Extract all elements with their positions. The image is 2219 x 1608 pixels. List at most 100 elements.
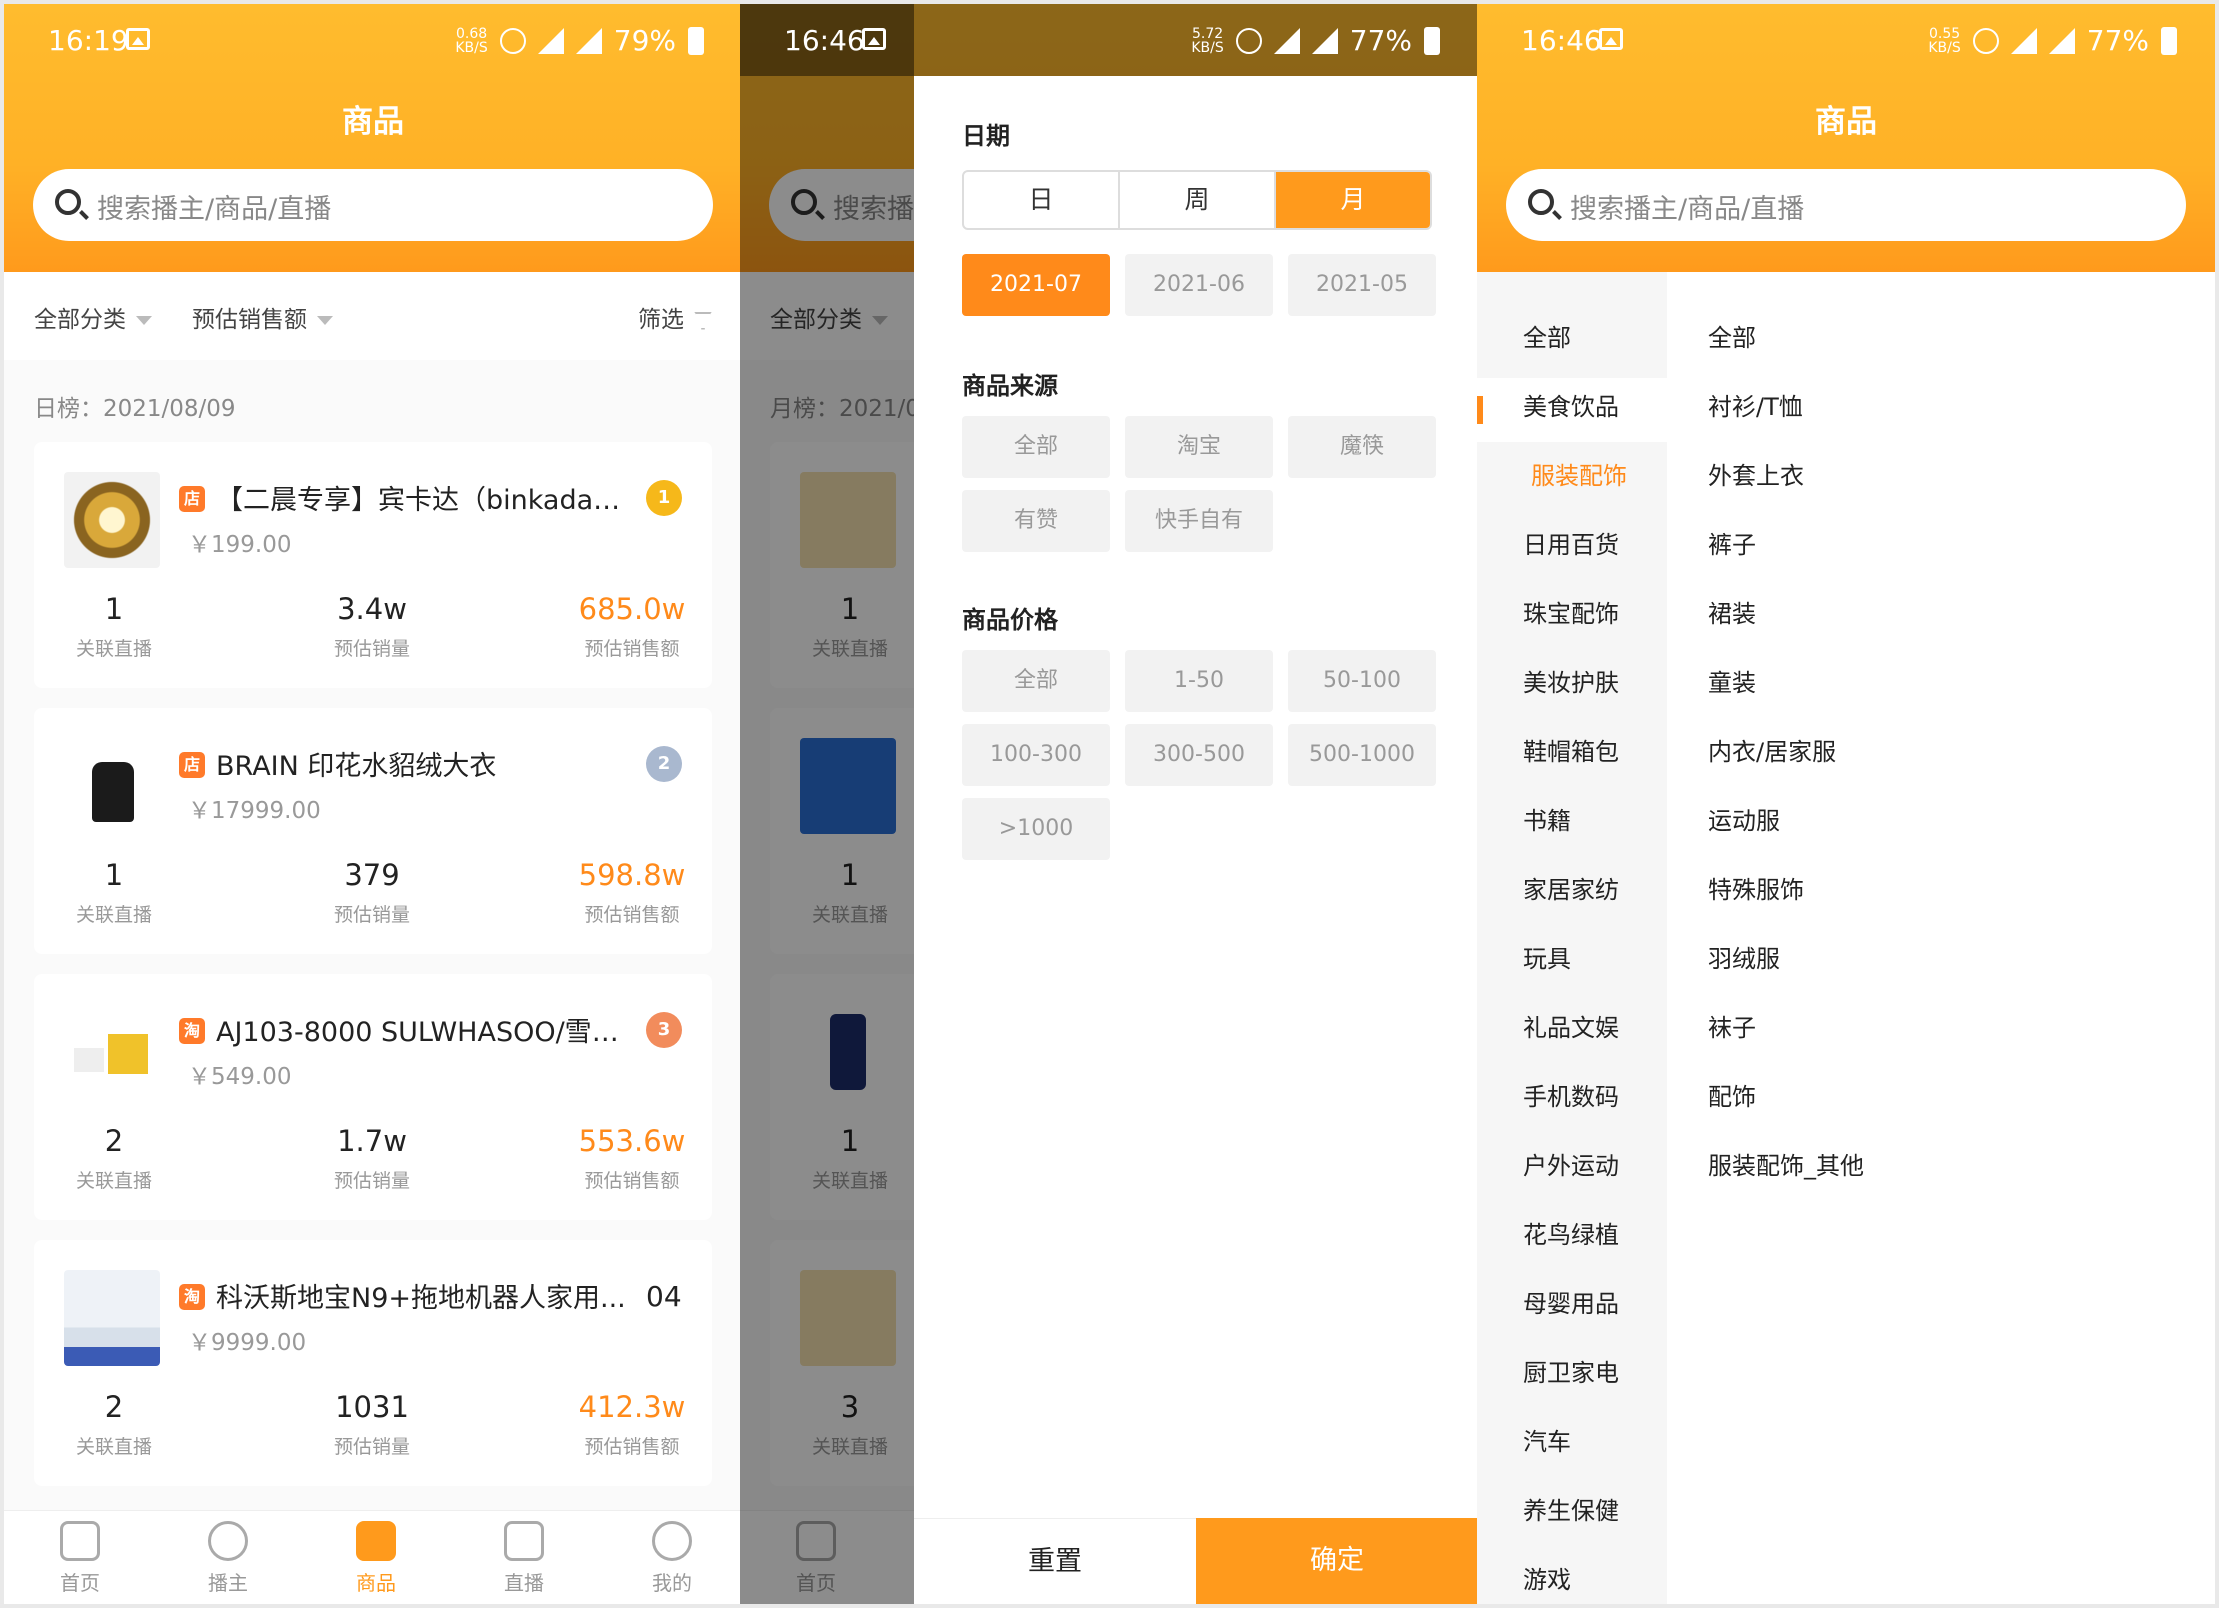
- category-item-selected[interactable]: 服装配饰: [1531, 456, 1627, 491]
- filter-drawer: 日期 日 周 月 2021-07 2021-06 2021-05 商品来源 全部…: [914, 76, 1478, 1604]
- month-chip[interactable]: 2021-06: [1125, 254, 1273, 316]
- product-card[interactable]: 店 【二晨专享】宾卡达（binkada）... ￥199.00 1 1 关联直播 …: [34, 442, 712, 688]
- category-item[interactable]: 全部: [1523, 318, 1571, 353]
- category-dropdown[interactable]: 全部分类: [34, 300, 152, 334]
- subcategory-item[interactable]: 衬衫/T恤: [1708, 387, 1803, 422]
- product-name: BRAIN 印花水貂绒大衣: [216, 751, 497, 782]
- stat-sales-value: 3.4w: [337, 592, 407, 626]
- subcategory-item[interactable]: 全部: [1708, 318, 1756, 353]
- alarm-icon: [499, 27, 526, 54]
- confirm-button[interactable]: 确定: [1196, 1518, 1478, 1604]
- filter-button[interactable]: 筛选: [638, 300, 712, 334]
- tab-products-label: 商品: [356, 1571, 396, 1595]
- category-item[interactable]: 珠宝配饰: [1523, 594, 1619, 629]
- signal-icon: [1273, 27, 1300, 54]
- tab-live[interactable]: 直播: [464, 1521, 584, 1596]
- product-card[interactable]: 淘 AJ103-8000 SULWHASOO/雪花... ￥549.00 3 2…: [34, 974, 712, 1220]
- price-chip[interactable]: 500-1000: [1288, 724, 1436, 786]
- subcategory-item[interactable]: 裙装: [1708, 594, 1756, 629]
- subcategory-item[interactable]: 裤子: [1708, 525, 1756, 560]
- price-chip[interactable]: 50-100: [1288, 650, 1436, 712]
- category-item[interactable]: 厨卫家电: [1523, 1353, 1619, 1388]
- reset-button[interactable]: 重置: [914, 1518, 1196, 1604]
- status-bar: 16:46 5.72 KB/S 77%: [740, 4, 1478, 76]
- category-item[interactable]: 日用百货: [1523, 525, 1619, 560]
- rank-date: 日榜：2021/08/09: [34, 396, 236, 422]
- stat-live-label: 关联直播: [75, 1436, 152, 1458]
- period-month[interactable]: 月: [1276, 172, 1430, 228]
- category-item[interactable]: 美食饮品: [1523, 387, 1619, 422]
- status-bar: 16:46 0.55 KB/S 77%: [1477, 4, 2215, 76]
- search-input[interactable]: 搜索播主/商品/直播: [33, 169, 713, 241]
- category-item[interactable]: 礼品文娱: [1523, 1008, 1619, 1043]
- category-item[interactable]: 游戏: [1523, 1560, 1571, 1595]
- stat-revenue: 553.6w 预估销售额: [532, 1124, 732, 1193]
- sort-dropdown[interactable]: 预估销售额: [192, 300, 333, 334]
- battery-icon: [2161, 26, 2177, 55]
- subcategory-item[interactable]: 外套上衣: [1708, 456, 1804, 491]
- subcategory-item[interactable]: 羽绒服: [1708, 939, 1780, 974]
- network-speed: 5.72 KB/S: [1191, 25, 1224, 56]
- tab-home-label: 首页: [60, 1571, 100, 1595]
- price-chip[interactable]: 1-50: [1125, 650, 1273, 712]
- stat-sales-label: 预估销量: [333, 1436, 410, 1458]
- subcategory-item[interactable]: 特殊服饰: [1708, 870, 1804, 905]
- bronze-medal-icon: 3: [646, 1012, 682, 1048]
- month-chip[interactable]: 2021-07: [962, 254, 1110, 316]
- search-input[interactable]: 搜索播主/商品/直播: [1506, 169, 2186, 241]
- stat-sales-value: 379: [344, 858, 400, 892]
- price-chip[interactable]: 100-300: [962, 724, 1110, 786]
- category-item[interactable]: 花鸟绿植: [1523, 1215, 1619, 1250]
- source-chip[interactable]: 魔筷: [1288, 416, 1436, 478]
- month-chip[interactable]: 2021-05: [1288, 254, 1436, 316]
- source-chip[interactable]: 快手自有: [1125, 490, 1273, 552]
- tab-streamers-label: 播主: [208, 1571, 248, 1595]
- category-item[interactable]: 美妆护肤: [1523, 663, 1619, 698]
- price-chip[interactable]: 300-500: [1125, 724, 1273, 786]
- category-item[interactable]: 手机数码: [1523, 1077, 1619, 1112]
- price-chip[interactable]: >1000: [962, 798, 1110, 860]
- subcategory-item[interactable]: 内衣/居家服: [1708, 732, 1836, 767]
- product-card[interactable]: 店 BRAIN 印花水貂绒大衣 ￥17999.00 2 1 关联直播 379 预估销…: [34, 708, 712, 954]
- product-thumbnail-cosmetics: [64, 1004, 160, 1100]
- drawer-footer: 重置 确定: [914, 1518, 1478, 1604]
- dim-overlay[interactable]: [740, 4, 914, 1604]
- stat-live: 2 关联直播: [14, 1390, 214, 1459]
- tab-products[interactable]: 商品: [316, 1521, 436, 1596]
- taobao-source-icon: 淘: [179, 1018, 205, 1044]
- category-item[interactable]: 母婴用品: [1523, 1284, 1619, 1319]
- search-icon: [1528, 189, 1554, 215]
- subcategory-item[interactable]: 配饰: [1708, 1077, 1756, 1112]
- product-card[interactable]: 淘 科沃斯地宝N9+拖地机器人家用... ￥9999.00 04 2 关联直播 1…: [34, 1240, 712, 1486]
- category-item[interactable]: 书籍: [1523, 801, 1571, 836]
- tab-me[interactable]: 我的: [612, 1521, 732, 1596]
- sort-dropdown-label: 预估销售额: [192, 307, 307, 333]
- signal-icon-2: [1311, 27, 1338, 54]
- screen-filter-drawer: 搜索播 全部分类 月榜：2021/0 1 关联直播 1 关联直播 1 关联直播 3 关联…: [740, 4, 1478, 1604]
- status-time: 16:46: [1521, 24, 1602, 57]
- tab-streamers[interactable]: 播主: [168, 1521, 288, 1596]
- subcategory-item[interactable]: 童装: [1708, 663, 1756, 698]
- subcategory-item[interactable]: 运动服: [1708, 801, 1780, 836]
- source-chip[interactable]: 有赞: [962, 490, 1110, 552]
- category-item[interactable]: 户外运动: [1523, 1146, 1619, 1181]
- tab-home[interactable]: 首页: [20, 1521, 140, 1596]
- source-chip[interactable]: 全部: [962, 416, 1110, 478]
- silver-medal-icon: 2: [646, 746, 682, 782]
- period-day[interactable]: 日: [964, 172, 1120, 228]
- price-chip[interactable]: 全部: [962, 650, 1110, 712]
- subcategory-item[interactable]: 服装配饰_其他: [1708, 1146, 1864, 1181]
- category-item[interactable]: 鞋帽箱包: [1523, 732, 1619, 767]
- subcategory-item[interactable]: 袜子: [1708, 1008, 1756, 1043]
- stat-sales-label: 预估销量: [333, 904, 410, 926]
- category-item[interactable]: 家居家纺: [1523, 870, 1619, 905]
- category-item[interactable]: 养生保健: [1523, 1491, 1619, 1526]
- category-item[interactable]: 汽车: [1523, 1422, 1571, 1457]
- stat-sales: 3.4w 预估销量: [272, 592, 472, 661]
- period-week[interactable]: 周: [1120, 172, 1276, 228]
- bottom-tab-bar: 首页 播主 商品 直播 我的: [4, 1510, 742, 1604]
- shop-source-icon: 店: [179, 486, 205, 512]
- category-selected-indicator: [1477, 396, 1483, 424]
- source-chip[interactable]: 淘宝: [1125, 416, 1273, 478]
- category-item[interactable]: 玩具: [1523, 939, 1571, 974]
